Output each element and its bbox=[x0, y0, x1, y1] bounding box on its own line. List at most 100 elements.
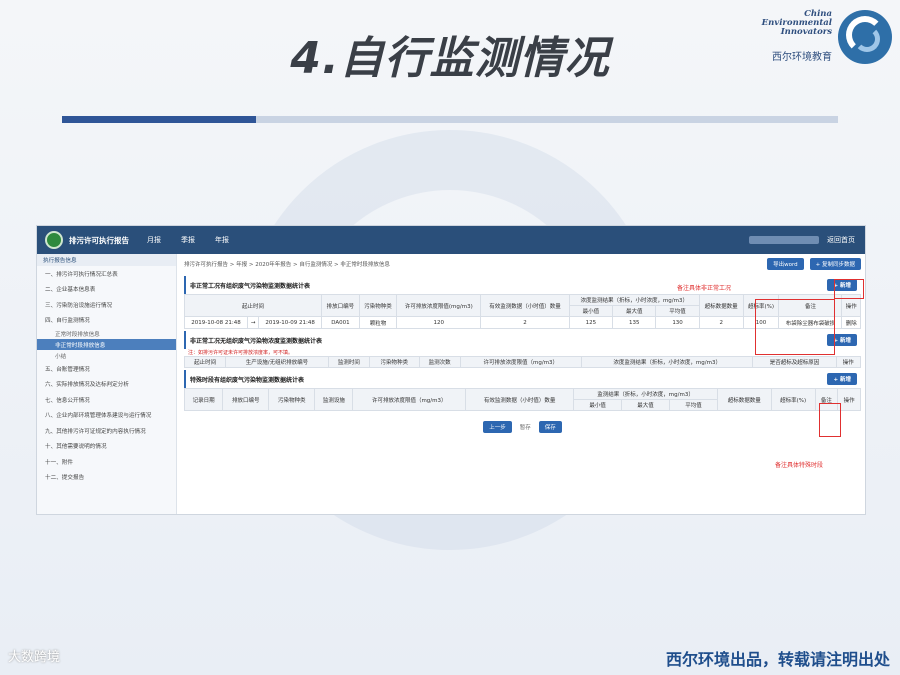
sidebar-item[interactable]: 十一、附件 bbox=[37, 454, 176, 470]
col-header: 操作 bbox=[837, 388, 861, 411]
col-header: 许可排放浓度限值（mg/m3） bbox=[352, 388, 466, 411]
col-header: 超标数据数量 bbox=[698, 294, 744, 317]
sub-header: 平均值 bbox=[655, 305, 700, 317]
col-header: 浓度监测结果（折标，小时浓度，mg/m3） bbox=[568, 294, 700, 306]
section3-title-bar: 特殊时段有组织废气污染物监测数据统计表 + 新增 bbox=[184, 370, 861, 388]
save-button[interactable]: 保存 bbox=[538, 421, 562, 433]
annotation-box-remark bbox=[755, 299, 835, 355]
app-topbar: 排污许可执行报告 月报 季报 年报 返回首页 bbox=[37, 226, 865, 254]
sidebar-head: 执行报告信息 bbox=[37, 254, 176, 266]
col-header: 有效监测数据（小时值）数量 bbox=[464, 388, 575, 411]
logo-text: China Environmental Innovators bbox=[762, 10, 832, 37]
col-header: 污染物种类 bbox=[368, 356, 420, 368]
table-special-period: 记录日期 排放口编号 污染物种类 监测设施 许可排放浓度限值（mg/m3） 有效… bbox=[183, 388, 861, 411]
annotation-box-remark-3 bbox=[819, 403, 841, 437]
annotation-box-add bbox=[834, 279, 864, 299]
pollutant-cell[interactable]: 颗粒物 bbox=[358, 316, 398, 329]
col-header: 监测设施 bbox=[314, 388, 354, 411]
sidebar: 执行报告信息 一、排污许可执行情况汇总表 二、企业基本信息表 三、污染防治设施运… bbox=[37, 254, 177, 514]
sub-header: 最大值 bbox=[612, 305, 657, 317]
pager: 上一步 暂存 保存 bbox=[184, 421, 861, 433]
sub-header: 平均值 bbox=[669, 399, 718, 411]
sub-header: 最小值 bbox=[573, 399, 623, 411]
system-name: 排污许可执行报告 bbox=[69, 235, 129, 245]
col-header: 浓度监测结果（折标，小时浓度，mg/m3） bbox=[580, 356, 754, 368]
export-word-button[interactable]: 导出word bbox=[767, 258, 804, 270]
col-header: 有效监测数据（小时值）数量 bbox=[480, 294, 570, 317]
min-input[interactable]: 125 bbox=[568, 316, 614, 329]
section1-title-bar: 非正常工况有组织废气污染物监测数据统计表 + 新增 bbox=[184, 276, 861, 294]
max-input[interactable]: 135 bbox=[612, 316, 657, 329]
nav-quarterly[interactable]: 季报 bbox=[181, 235, 195, 245]
sidebar-item[interactable]: 五、台账管理情况 bbox=[37, 361, 176, 377]
title-rule bbox=[62, 116, 838, 123]
brand-logo: China Environmental Innovators 西尔环境教育 bbox=[756, 10, 896, 68]
main-content: 排污许可执行报告 > 年报 > 2020年年报告 > 自行监测情况 > 非正常时… bbox=[180, 254, 865, 514]
col-header: 操作 bbox=[835, 356, 862, 368]
table-abnormal-unorganized: 起止时间 生产设施/无组织排放编号 监测时间 污染物种类 监测次数 许可排放浓度… bbox=[183, 356, 862, 368]
sub-header: 最小值 bbox=[568, 305, 614, 317]
col-header: 监测结果（折标，小时浓度，mg/m3） bbox=[573, 388, 718, 400]
sidebar-item[interactable]: 三、污染防治设施运行情况 bbox=[37, 297, 176, 313]
count-input[interactable]: 2 bbox=[480, 316, 570, 329]
sidebar-item[interactable]: 四、自行监测情况 bbox=[37, 313, 176, 329]
sidebar-item[interactable]: 七、信息公开情况 bbox=[37, 392, 176, 408]
col-header: 排放口编号 bbox=[222, 388, 270, 411]
sidebar-item[interactable]: 六、实际排放情况及达标判定分析 bbox=[37, 377, 176, 393]
sidebar-item[interactable]: 九、其他排污许可证规定的内容执行情况 bbox=[37, 423, 176, 439]
breadcrumb: 排污许可执行报告 > 年报 > 2020年年报告 > 自行监测情况 > 非正常时… bbox=[184, 262, 390, 268]
app-screenshot: 排污许可执行报告 月报 季报 年报 返回首页 执行报告信息 一、排污许可执行情况… bbox=[36, 225, 866, 515]
col-header: 记录日期 bbox=[183, 388, 224, 411]
annotation-note-1: 备注具体非正常工况 bbox=[677, 285, 732, 292]
logo-cn: 西尔环境教育 bbox=[772, 52, 832, 63]
col-header: 污染物种类 bbox=[268, 388, 316, 411]
user-name-redacted[interactable] bbox=[749, 236, 819, 244]
outlet-cell[interactable]: DA001 bbox=[321, 316, 360, 329]
footer-credit: 西尔环境出品，转载请注明出处 bbox=[665, 650, 890, 669]
limit-cell: 120 bbox=[396, 316, 482, 329]
col-header: 生产设施/无组织排放编号 bbox=[225, 356, 329, 368]
col-header: 监测次数 bbox=[418, 356, 461, 368]
start-time-input[interactable]: 2019-10-08 21:48 bbox=[183, 316, 249, 329]
sidebar-item[interactable]: 十二、提交报告 bbox=[37, 470, 176, 486]
col-header: 排放口编号 bbox=[321, 294, 360, 317]
section2-title: 非正常工况无组织废气污染物浓度监测数据统计表 bbox=[190, 337, 323, 345]
agency-emblem-icon bbox=[45, 231, 63, 249]
sidebar-subitem-active[interactable]: 非正常时段排放信息 bbox=[37, 339, 176, 350]
annotation-note-2: 备注具体特殊时段 bbox=[775, 462, 824, 469]
draft-status[interactable]: 暂存 bbox=[520, 423, 531, 431]
section3-title: 特殊时段有组织废气污染物监测数据统计表 bbox=[190, 376, 305, 384]
col-header: 许可排放浓度限值(mg/m3) bbox=[396, 294, 482, 317]
logo-emblem-icon bbox=[838, 10, 892, 64]
add-button-section3[interactable]: + 新增 bbox=[827, 373, 857, 385]
section1-title: 非正常工况有组织废气污染物监测数据统计表 bbox=[190, 282, 311, 290]
nav-monthly[interactable]: 月报 bbox=[147, 235, 161, 245]
prev-step-button[interactable]: 上一步 bbox=[483, 421, 512, 433]
sidebar-item[interactable]: 八、企业内部环境管理体系建设与运行情况 bbox=[37, 408, 176, 424]
sidebar-subitem[interactable]: 小结 bbox=[37, 350, 176, 361]
col-header: 起止时间 bbox=[183, 294, 323, 317]
col-header: 是否超标及超标原因 bbox=[752, 356, 837, 368]
logo-line-3: Innovators bbox=[780, 27, 832, 37]
sidebar-item[interactable]: 十、其他需要说明的情况 bbox=[37, 439, 176, 455]
col-header: 监测时间 bbox=[327, 356, 370, 368]
copy-sync-button[interactable]: + 复制同步数据 bbox=[809, 258, 861, 270]
col-header: 超标数据数量 bbox=[716, 388, 772, 411]
breadcrumb-bar: 排污许可执行报告 > 年报 > 2020年年报告 > 自行监测情况 > 非正常时… bbox=[184, 254, 861, 274]
sidebar-item[interactable]: 一、排污许可执行情况汇总表 bbox=[37, 266, 176, 282]
delete-link[interactable]: 删除 bbox=[841, 316, 861, 329]
exceed-count-input[interactable]: 2 bbox=[698, 316, 744, 329]
sidebar-subitem[interactable]: 正常时段排放信息 bbox=[37, 328, 176, 339]
col-header: 污染物种类 bbox=[358, 294, 398, 317]
footer-watermark: 大数跨境 bbox=[8, 650, 61, 665]
sidebar-item[interactable]: 二、企业基本信息表 bbox=[37, 282, 176, 298]
col-header: 起止时间 bbox=[183, 356, 227, 368]
col-header: 超标率(%) bbox=[770, 388, 816, 411]
sub-header: 最大值 bbox=[621, 399, 670, 411]
avg-input[interactable]: 130 bbox=[655, 316, 700, 329]
time-separator: → bbox=[247, 316, 260, 329]
nav-annual[interactable]: 年报 bbox=[215, 235, 229, 245]
back-home-link[interactable]: 返回首页 bbox=[827, 235, 855, 245]
col-header: 许可排放浓度限值（mg/m3） bbox=[459, 356, 582, 368]
end-time-input[interactable]: 2019-10-09 21:48 bbox=[258, 316, 323, 329]
